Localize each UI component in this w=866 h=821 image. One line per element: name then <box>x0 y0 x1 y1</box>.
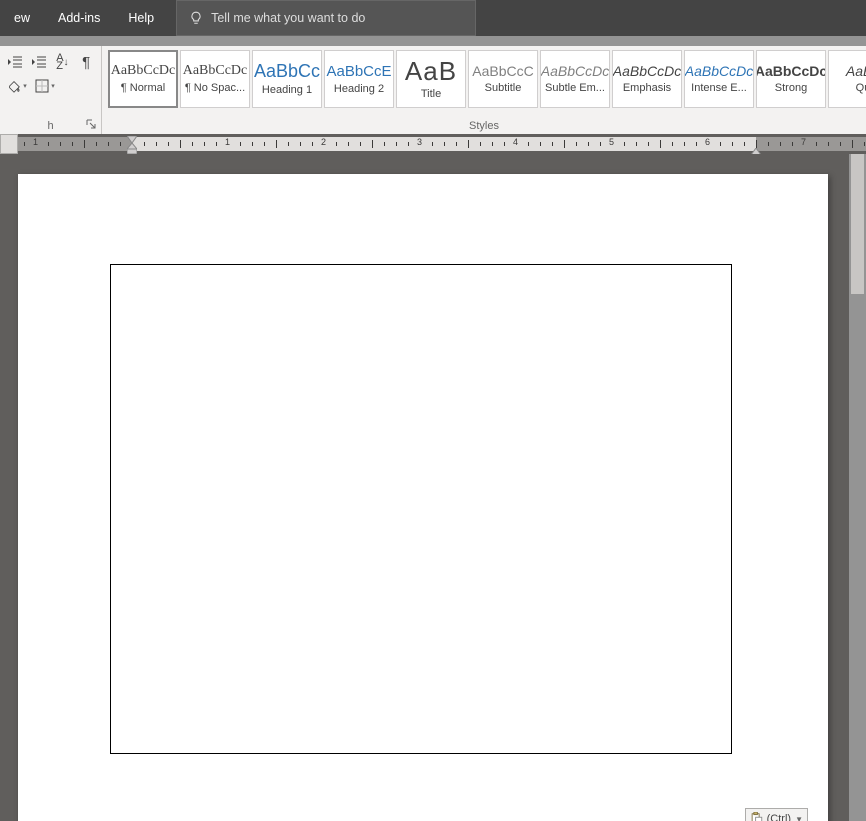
style-name-label: Qu <box>856 82 866 94</box>
paste-options-button[interactable]: (Ctrl) ▼ <box>745 808 808 821</box>
style-subtitle[interactable]: AaBbCcC Subtitle <box>468 50 538 108</box>
styles-group-label: Styles <box>102 120 866 132</box>
styles-gallery[interactable]: AaBbCcDc¶ NormalAaBbCcDc¶ No Spac...AaBb… <box>102 46 866 134</box>
style-subtle-em[interactable]: AaBbCcDc Subtle Em... <box>540 50 610 108</box>
tell-me-search[interactable]: Tell me what you want to do <box>176 0 476 36</box>
text-box[interactable] <box>110 264 732 754</box>
style-title[interactable]: AaB Title <box>396 50 466 108</box>
page[interactable]: (Ctrl) ▼ <box>18 174 828 821</box>
ruler-number: 1 <box>33 137 38 147</box>
menu-item-ew[interactable]: ew <box>0 0 44 36</box>
style-preview: AaBbCcDc <box>613 64 681 78</box>
style-preview: AaBbCcDc <box>111 64 176 78</box>
menu-item-help[interactable]: Help <box>114 0 168 36</box>
paste-options-label: (Ctrl) <box>767 813 791 821</box>
borders-icon <box>35 79 49 93</box>
style-name-label: Subtitle <box>485 82 522 94</box>
paint-bucket-icon <box>7 79 21 93</box>
style-name-label: ¶ No Spac... <box>185 82 245 94</box>
style-intense-e[interactable]: AaBbCcDc Intense E... <box>684 50 754 108</box>
style-name-label: Emphasis <box>623 82 671 94</box>
paragraph-dialog-launcher[interactable] <box>84 117 98 131</box>
ruler-number: 1 <box>225 137 230 147</box>
clipboard-icon <box>750 812 763 821</box>
vertical-scrollbar[interactable] <box>849 154 866 821</box>
ruler-number: 2 <box>321 137 326 147</box>
style-preview: AaBbCcDc <box>183 64 248 78</box>
style-name-label: Heading 2 <box>334 83 384 95</box>
borders-button[interactable]: ▾ <box>34 75 56 97</box>
style-heading-2[interactable]: AaBbCcE Heading 2 <box>324 50 394 108</box>
style-name-label: ¶ Normal <box>121 82 165 94</box>
style-emphasis[interactable]: AaBbCcDc Emphasis <box>612 50 682 108</box>
chevron-down-icon: ▼ <box>795 815 803 821</box>
ruler-corner[interactable] <box>0 134 18 154</box>
menu-bar: ewAdd-insHelp Tell me what you want to d… <box>0 0 866 36</box>
style-preview: AaBbCc <box>254 62 320 80</box>
style-preview: AaBb <box>846 64 866 78</box>
style-name-label: Intense E... <box>691 82 747 94</box>
tell-me-placeholder: Tell me what you want to do <box>211 11 365 25</box>
ruler-number: 3 <box>417 137 422 147</box>
horizontal-ruler[interactable]: 112345678 <box>18 134 866 154</box>
style-qu[interactable]: AaBb Qu <box>828 50 866 108</box>
shading-button[interactable]: ▾ <box>6 75 28 97</box>
style-preview: AaBbCcDc <box>685 64 753 78</box>
style-preview: AaBbCcDc <box>541 64 609 78</box>
style-preview: AaBbCcE <box>326 64 391 79</box>
ruler-number: 5 <box>609 137 614 147</box>
ruler-number: 4 <box>513 137 518 147</box>
scrollbar-thumb[interactable] <box>851 154 864 294</box>
style-strong[interactable]: AaBbCcDc Strong <box>756 50 826 108</box>
show-paragraph-marks-button[interactable]: ¶ <box>77 51 95 73</box>
sort-button[interactable]: AZ↓ <box>54 51 72 73</box>
style-name-label: Strong <box>775 82 807 94</box>
style-preview: AaB <box>405 58 457 84</box>
style-preview: AaBbCcC <box>472 64 533 78</box>
style-normal[interactable]: AaBbCcDc ¶ Normal <box>108 50 178 108</box>
menu-item-add-ins[interactable]: Add-ins <box>44 0 114 36</box>
ribbon: AZ↓ ¶ ▾ ▾ h A <box>0 36 866 134</box>
lightbulb-icon <box>189 11 203 25</box>
style-name-label: Subtle Em... <box>545 82 605 94</box>
style-heading-1[interactable]: AaBbCc Heading 1 <box>252 50 322 108</box>
decrease-indent-button[interactable] <box>6 51 24 73</box>
increase-indent-button[interactable] <box>30 51 48 73</box>
paragraph-group: AZ↓ ¶ ▾ ▾ h <box>0 46 102 134</box>
style-preview: AaBbCcDc <box>756 64 826 78</box>
ruler-area: 112345678 <box>0 134 866 154</box>
document-area: (Ctrl) ▼ <box>0 154 866 821</box>
ruler-number: 7 <box>801 137 806 147</box>
style-name-label: Heading 1 <box>262 84 312 96</box>
style-no-spac[interactable]: AaBbCcDc ¶ No Spac... <box>180 50 250 108</box>
ruler-number: 6 <box>705 137 710 147</box>
style-name-label: Title <box>421 88 441 100</box>
